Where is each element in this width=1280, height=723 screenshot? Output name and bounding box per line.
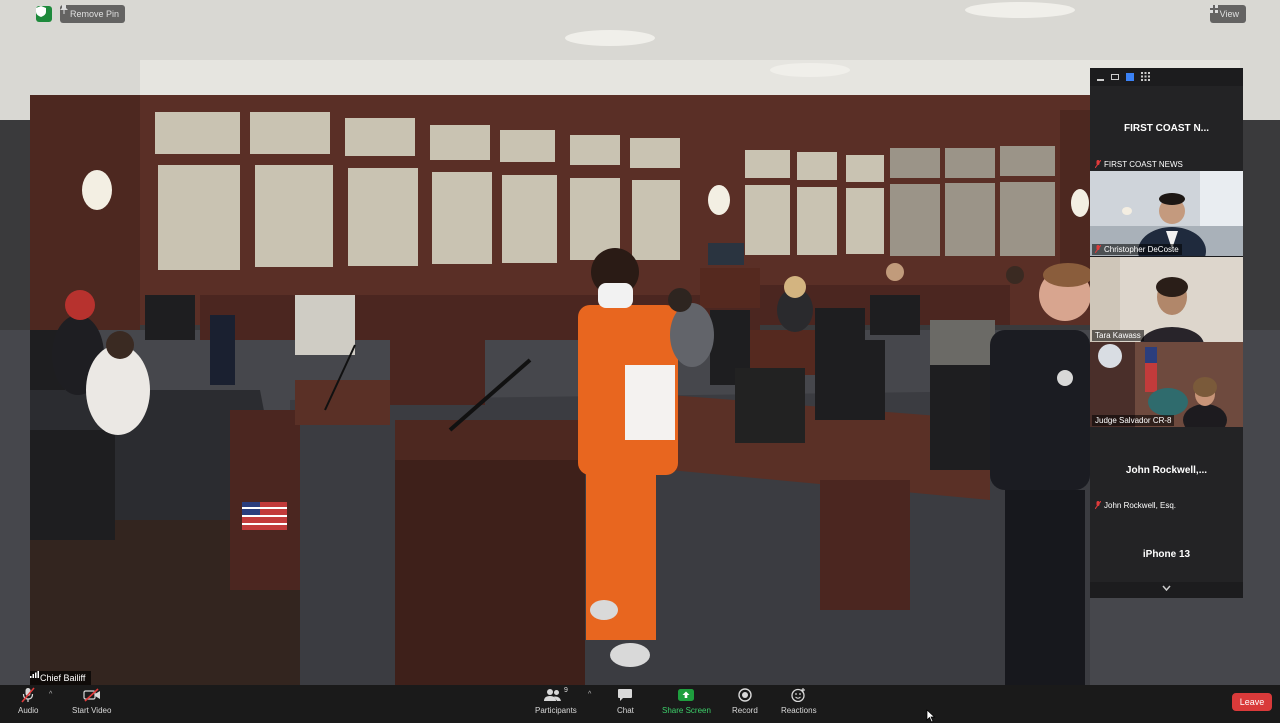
participant-tile-christopher-decoste[interactable]: Christopher DeCoste [1090, 171, 1243, 256]
audio-button[interactable]: Audio [18, 687, 38, 715]
chat-bubble-icon [617, 687, 633, 703]
share-screen-label: Share Screen [662, 706, 711, 715]
remove-pin-label: Remove Pin [70, 9, 120, 19]
mouse-cursor-icon [926, 709, 936, 723]
speaker-view-icon[interactable] [1126, 73, 1134, 81]
gallery-view-icon[interactable] [1141, 68, 1150, 86]
start-video-button[interactable]: Start Video [72, 687, 111, 715]
participant-name-label: FIRST COAST NEWS [1092, 159, 1186, 170]
minimize-icon[interactable] [1097, 78, 1104, 81]
video-off-icon [83, 687, 101, 703]
courtroom-scene [0, 0, 1280, 685]
muted-mic-icon [1094, 244, 1102, 255]
remove-pin-button[interactable]: Remove Pin [60, 5, 126, 23]
main-video-feed[interactable]: Remove Pin View Chief Bailiff [0, 0, 1280, 685]
participant-name-label: Judge Salvador CR-8 [1092, 415, 1175, 426]
gallery-view-controls [1090, 68, 1243, 86]
participant-name-label: John Rockwell, Esq. [1092, 500, 1179, 511]
record-label: Record [732, 706, 758, 715]
chat-label: Chat [617, 706, 634, 715]
audio-options-caret[interactable]: ^ [49, 691, 52, 698]
reactions-label: Reactions [781, 706, 817, 715]
participant-tile-first-coast-news[interactable]: FIRST COAST N... FIRST COAST NEWS [1090, 86, 1243, 171]
smiley-icon [791, 687, 806, 703]
participant-name-label: Christopher DeCoste [1092, 244, 1182, 255]
muted-mic-icon [1094, 500, 1102, 511]
gallery-sidebar: FIRST COAST N... FIRST COAST NEWS Christ… [1090, 68, 1243, 598]
speaker-name: Chief Bailiff [40, 673, 86, 683]
muted-mic-icon [1094, 159, 1102, 170]
active-speaker-label: Chief Bailiff [30, 671, 92, 685]
participant-tile-tara-kawass[interactable]: Tara Kawass [1090, 257, 1243, 342]
hide-video-icon[interactable] [1111, 74, 1119, 80]
participants-options-caret[interactable]: ^ [588, 691, 591, 698]
view-button[interactable]: View [1209, 5, 1246, 23]
security-shield-icon[interactable] [36, 6, 52, 22]
participant-tile-iphone-13[interactable]: iPhone 13 [1090, 512, 1243, 582]
participant-name-label: Tara Kawass [1092, 330, 1144, 341]
leave-button[interactable]: Leave [1232, 693, 1272, 711]
participants-label: Participants [535, 706, 577, 715]
record-button[interactable]: Record [732, 687, 758, 715]
participant-tile-john-rockwell[interactable]: John Rockwell,... John Rockwell, Esq. [1090, 427, 1243, 512]
participants-button[interactable]: 9 Participants [535, 687, 577, 715]
participants-count: 9 [563, 687, 568, 694]
participants-icon: 9 [543, 687, 568, 703]
view-label: View [1219, 9, 1239, 19]
audio-label: Audio [18, 706, 39, 715]
share-screen-button[interactable]: Share Screen [662, 687, 711, 715]
reactions-button[interactable]: Reactions [781, 687, 817, 715]
muted-microphone-icon [21, 687, 35, 703]
share-screen-icon [677, 687, 695, 703]
meeting-toolbar: Audio ^ Start Video 9 Participants ^ Cha… [0, 685, 1280, 723]
chat-button[interactable]: Chat [617, 687, 634, 715]
participant-display-name: FIRST COAST N... [1124, 123, 1209, 134]
participant-display-name: John Rockwell,... [1125, 465, 1208, 476]
participant-tile-judge-salvador[interactable]: Judge Salvador CR-8 [1090, 342, 1243, 427]
record-icon [738, 687, 752, 703]
participant-display-name: iPhone 13 [1142, 549, 1191, 560]
chevron-down-icon[interactable] [1090, 583, 1243, 594]
start-video-label: Start Video [72, 706, 112, 715]
